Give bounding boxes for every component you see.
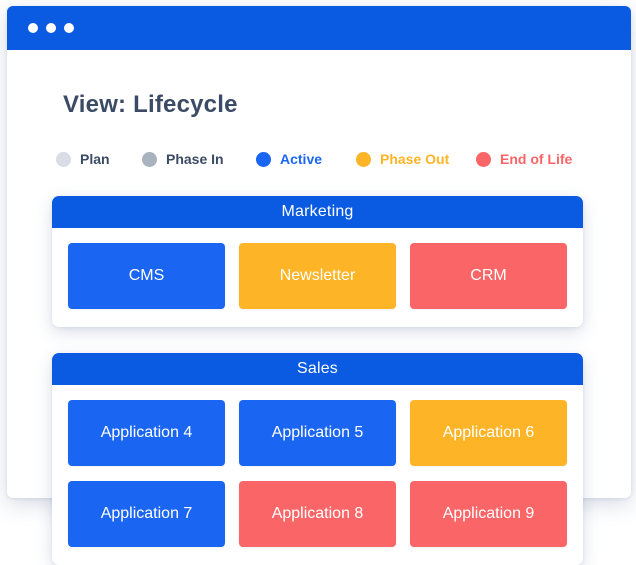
end-of-life-dot-icon	[476, 151, 491, 167]
legend-label-phase-in: Phase In	[166, 151, 224, 167]
legend-label-end-of-life: End of Life	[500, 151, 573, 167]
group-header-sales[interactable]: Sales	[52, 353, 583, 385]
window-titlebar	[7, 6, 631, 50]
app-card-newsletter[interactable]: Newsletter	[239, 243, 396, 309]
group-sales: Sales Application 4 Application 5 Applic…	[52, 353, 583, 565]
app-card-application-5[interactable]: Application 5	[239, 400, 396, 466]
plan-dot-icon	[56, 151, 71, 167]
window-control-dot-1[interactable]	[28, 23, 38, 33]
app-card-application-9[interactable]: Application 9	[410, 481, 567, 547]
group-header-marketing[interactable]: Marketing	[52, 196, 583, 228]
active-dot-icon	[256, 151, 271, 167]
app-card-cms[interactable]: CMS	[68, 243, 225, 309]
legend-item-active[interactable]: Active	[256, 150, 322, 168]
legend-item-phase-in[interactable]: Phase In	[142, 150, 224, 168]
legend-item-plan[interactable]: Plan	[56, 150, 110, 168]
app-card-application-7[interactable]: Application 7	[68, 481, 225, 547]
app-card-application-6[interactable]: Application 6	[410, 400, 567, 466]
app-card-crm[interactable]: CRM	[410, 243, 567, 309]
phase-out-dot-icon	[356, 151, 371, 167]
lifecycle-illustration: View: Lifecycle Plan Phase In Active Pha…	[0, 0, 636, 565]
phase-in-dot-icon	[142, 151, 157, 167]
window-control-dot-2[interactable]	[46, 23, 56, 33]
legend-label-phase-out: Phase Out	[380, 151, 450, 167]
app-card-application-4[interactable]: Application 4	[68, 400, 225, 466]
legend-label-plan: Plan	[80, 151, 110, 167]
legend-item-end-of-life[interactable]: End of Life	[476, 150, 572, 168]
legend-item-phase-out[interactable]: Phase Out	[356, 150, 449, 168]
legend-label-active: Active	[280, 151, 323, 167]
window-control-dot-3[interactable]	[64, 23, 74, 33]
group-marketing: Marketing CMS Newsletter CRM	[52, 196, 583, 327]
page-title: View: Lifecycle	[63, 91, 238, 118]
app-card-application-8[interactable]: Application 8	[239, 481, 396, 547]
